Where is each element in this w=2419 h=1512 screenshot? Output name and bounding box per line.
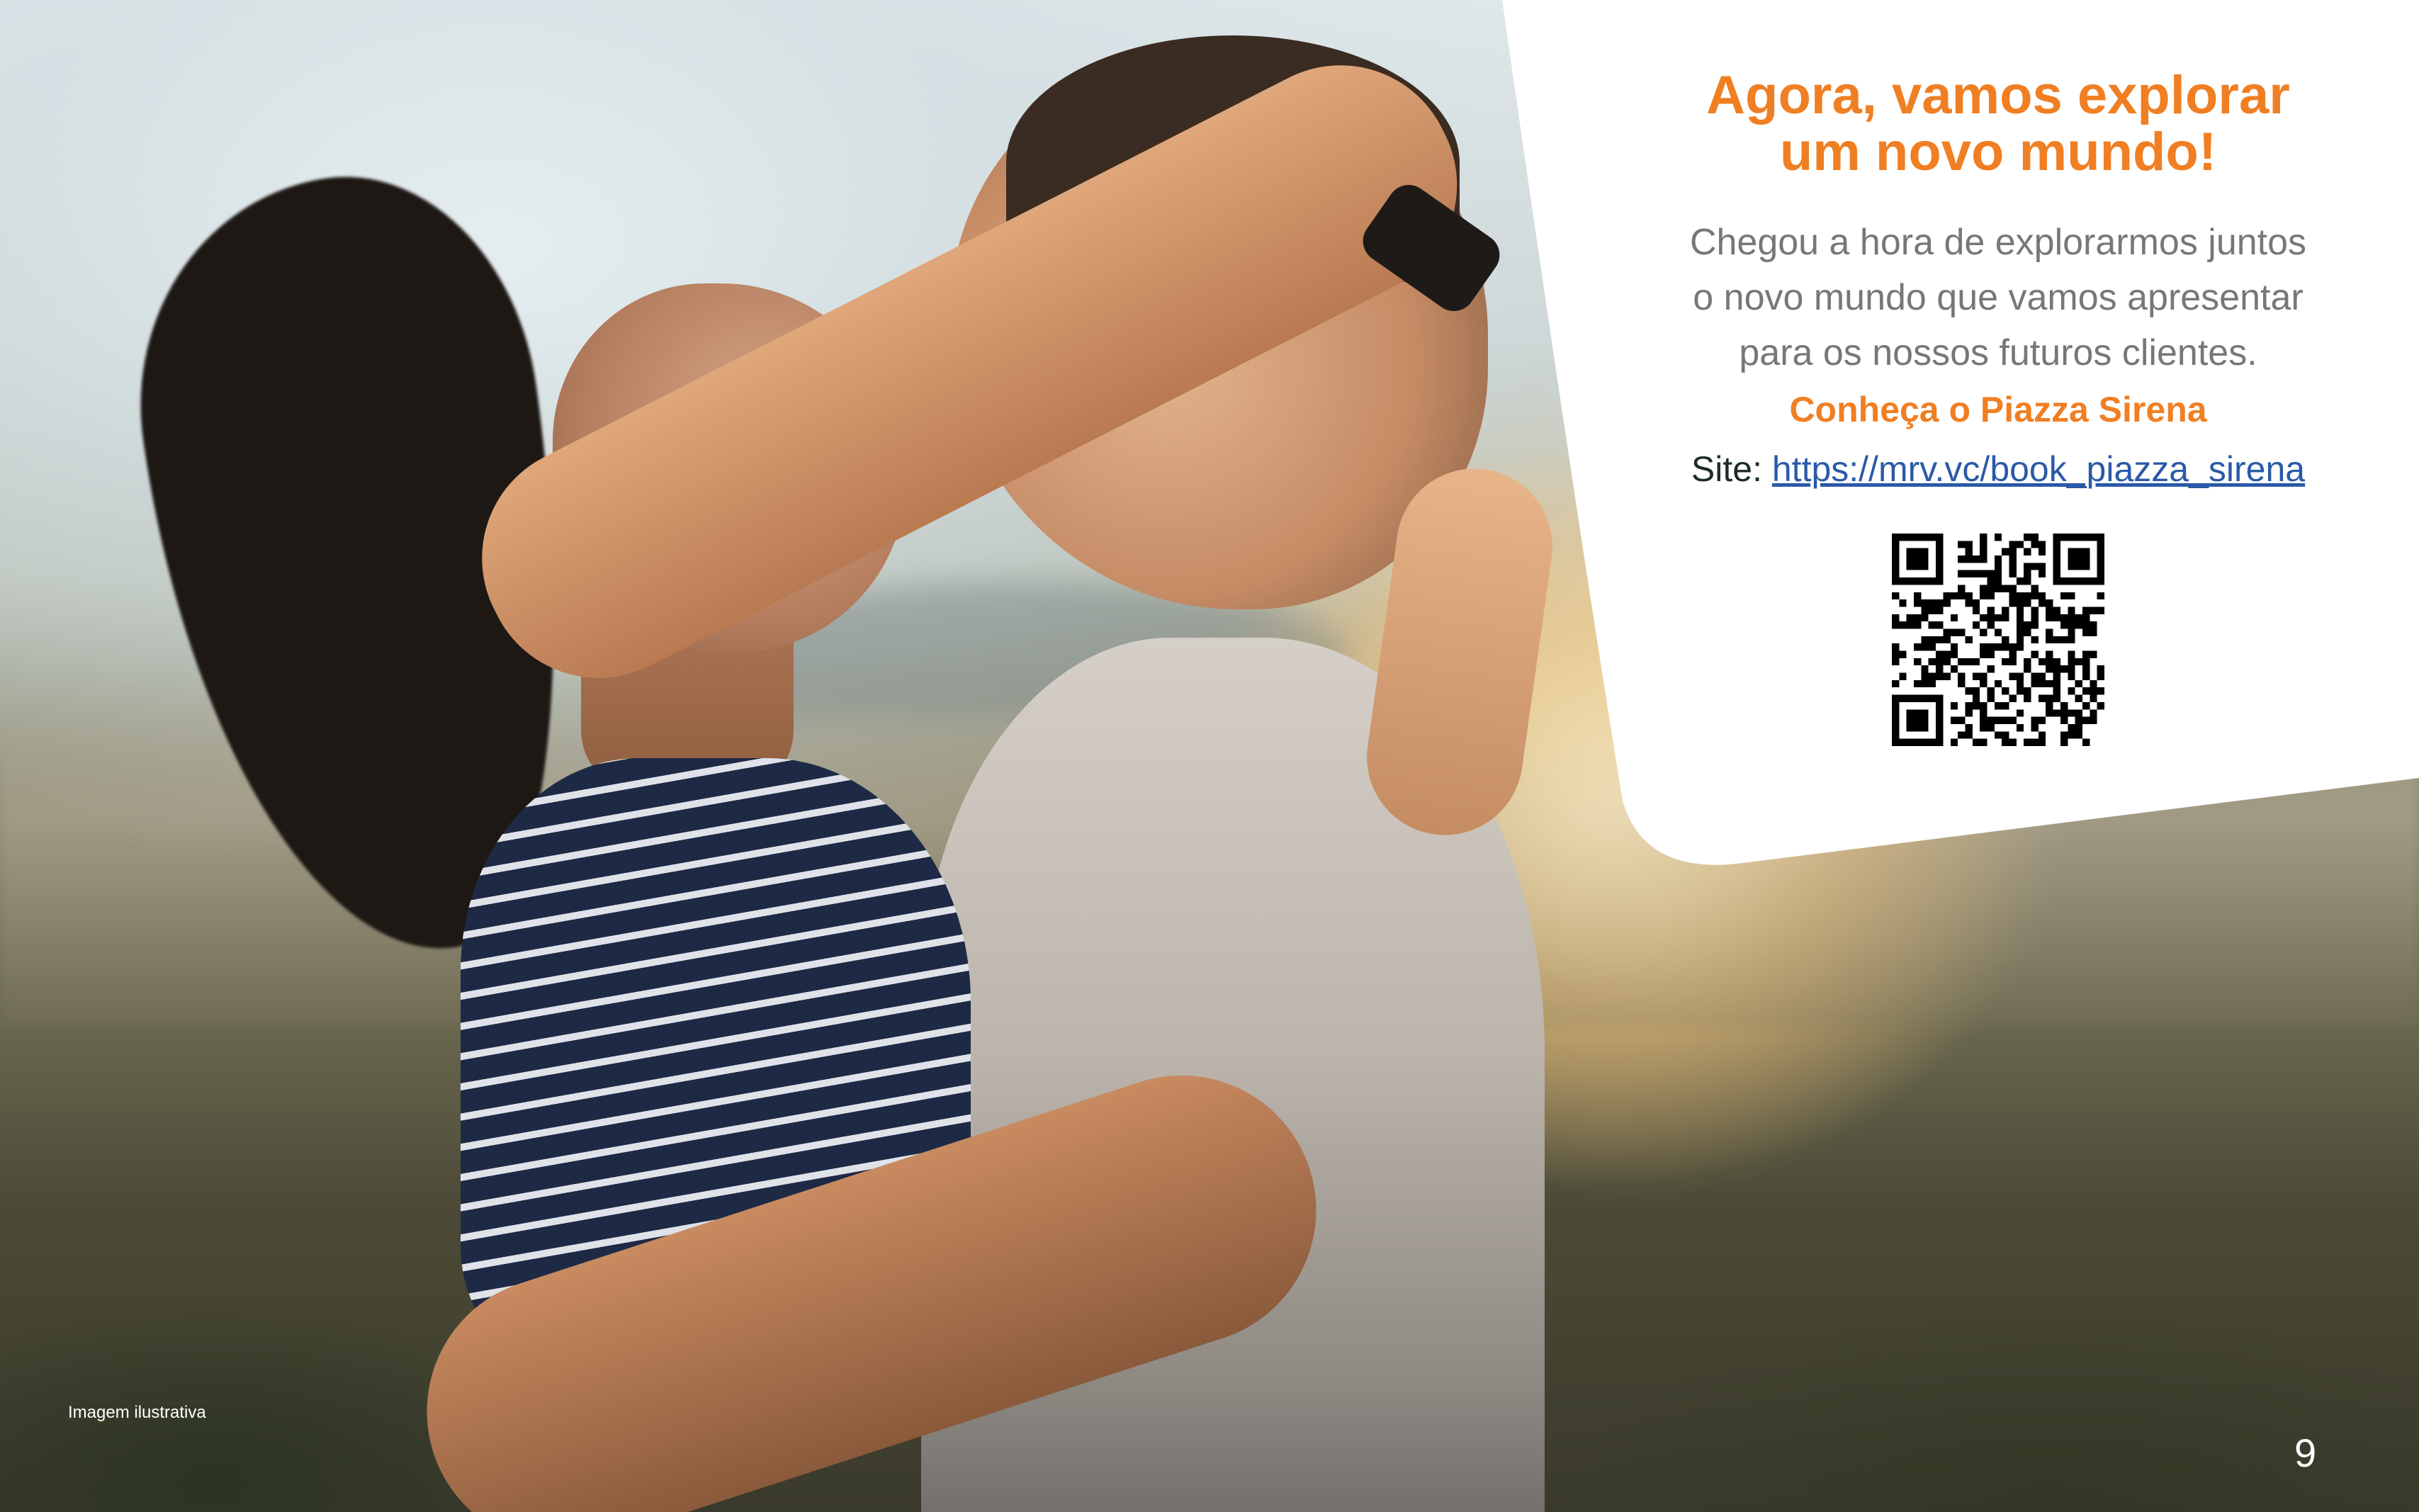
brochure-page: Agora, vamos explorar um novo mundo! Che… [0,0,2419,1512]
title-line-1: Agora, vamos explorar [1706,65,2290,125]
image-caption: Imagem ilustrativa [68,1403,206,1422]
site-label: Site: [1691,449,1762,489]
site-link[interactable]: https://mrv.vc/book_piazza_sirena [1772,449,2305,489]
page-number: 9 [2294,1431,2317,1475]
intro-line-3: para os nossos futuros clientes. [1739,332,2257,373]
info-panel-content: Agora, vamos explorar um novo mundo! Che… [1623,67,2374,746]
site-line: Site: https://mrv.vc/book_piazza_sirena [1623,439,2374,500]
highlight-text: Conheça o Piazza Sirena [1789,390,2207,429]
page-title: Agora, vamos explorar um novo mundo! [1623,67,2374,181]
qr-code-graphic [1892,534,2104,746]
intro-line-2: o novo mundo que vamos apresentar [1693,277,2304,318]
qr-code-icon[interactable] [1892,534,2104,746]
intro-line-1: Chegou a hora de explorarmos juntos [1689,222,2307,263]
title-line-2: um novo mundo! [1779,122,2217,182]
intro-text: Chegou a hora de explorarmos juntos o no… [1623,215,2374,380]
